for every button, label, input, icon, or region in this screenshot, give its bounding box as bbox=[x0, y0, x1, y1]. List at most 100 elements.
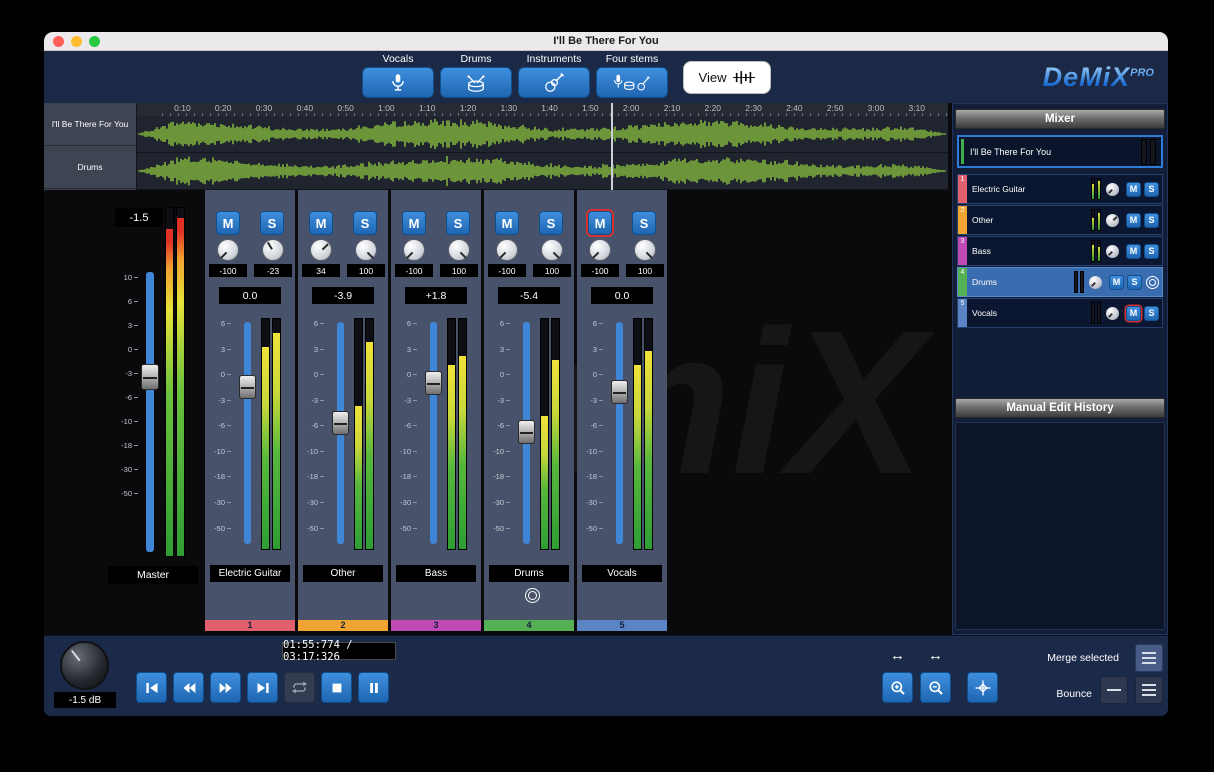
minimize-window-button[interactable] bbox=[71, 36, 82, 47]
pan-knob[interactable] bbox=[310, 239, 332, 261]
sidebar-row-drums[interactable]: 4 Drums M S bbox=[957, 267, 1163, 297]
scale-tick: -10 bbox=[493, 448, 510, 456]
mini-pan-knob[interactable] bbox=[1106, 245, 1119, 258]
mute-button[interactable]: M bbox=[1126, 182, 1141, 197]
view-button[interactable]: View bbox=[683, 61, 771, 94]
mini-pan-knob[interactable] bbox=[1106, 214, 1119, 227]
master-meters bbox=[165, 207, 185, 557]
master-fader[interactable] bbox=[146, 272, 154, 552]
width-knob[interactable] bbox=[448, 239, 470, 261]
channel-fader[interactable] bbox=[337, 322, 344, 544]
scale-tick: 0 bbox=[407, 371, 417, 379]
manual-edit-history-panel bbox=[955, 422, 1165, 630]
solo-button[interactable]: S bbox=[1144, 306, 1159, 321]
skip-to-start-button[interactable] bbox=[136, 672, 167, 703]
ruler-tick-label: 0:20 bbox=[203, 103, 244, 116]
four-stems-button[interactable] bbox=[596, 67, 668, 98]
time-ruler[interactable]: 0:100:200:300:400:501:001:101:201:301:40… bbox=[137, 103, 948, 116]
width-knob[interactable] bbox=[262, 239, 284, 261]
solo-button[interactable]: S bbox=[446, 211, 470, 235]
waveform-track-full-mix[interactable] bbox=[137, 116, 948, 153]
ruler-tick-label: 0:40 bbox=[284, 103, 325, 116]
width-value: 100 bbox=[533, 264, 571, 277]
mute-button[interactable]: M bbox=[1109, 275, 1124, 290]
sidebar-row-bass[interactable]: 3 Bass M S bbox=[957, 236, 1163, 266]
solo-button[interactable]: S bbox=[1144, 182, 1159, 197]
solo-button[interactable]: S bbox=[539, 211, 563, 235]
merge-menu-button[interactable] bbox=[1135, 644, 1163, 672]
master-track-name: I'll Be There For You bbox=[970, 147, 1138, 157]
solo-button[interactable]: S bbox=[632, 211, 656, 235]
scale-tick: 6 bbox=[221, 320, 231, 328]
channel-fader[interactable] bbox=[244, 322, 251, 544]
close-window-button[interactable] bbox=[53, 36, 64, 47]
track-name: Vocals bbox=[967, 308, 1091, 318]
mute-button[interactable]: M bbox=[309, 211, 333, 235]
sidebar-row-vocals[interactable]: 5 Vocals M S bbox=[957, 298, 1163, 328]
channel-fader[interactable] bbox=[523, 322, 530, 544]
mini-pan-knob[interactable] bbox=[1089, 276, 1102, 289]
edit-target-icon[interactable] bbox=[1146, 276, 1159, 289]
mute-button[interactable]: M bbox=[1126, 306, 1141, 321]
locate-playhead-button[interactable] bbox=[967, 672, 998, 703]
zoom-in-button[interactable] bbox=[882, 672, 913, 703]
drums-stem-button[interactable] bbox=[440, 67, 512, 98]
mute-button[interactable]: M bbox=[402, 211, 426, 235]
pause-button[interactable] bbox=[358, 672, 389, 703]
channel-name: Vocals bbox=[582, 565, 662, 582]
instruments-stem-button[interactable] bbox=[518, 67, 590, 98]
scale-tick: -6 bbox=[497, 422, 510, 430]
pan-knob[interactable] bbox=[496, 239, 518, 261]
pan-knob[interactable] bbox=[217, 239, 239, 261]
waveform-track-drums[interactable] bbox=[137, 153, 948, 190]
solo-button[interactable]: S bbox=[1144, 213, 1159, 228]
solo-button[interactable]: S bbox=[1144, 244, 1159, 259]
output-volume-knob[interactable] bbox=[60, 641, 109, 690]
track-label-drums[interactable]: Drums bbox=[44, 146, 136, 189]
sidebar-master-track[interactable]: I'll Be There For You bbox=[957, 135, 1163, 168]
playhead[interactable] bbox=[611, 103, 613, 190]
channel-fader[interactable] bbox=[616, 322, 623, 544]
channel-name: Other bbox=[303, 565, 383, 582]
channel-color-band: 3 bbox=[391, 620, 481, 631]
pan-knob[interactable] bbox=[589, 239, 611, 261]
solo-button[interactable]: S bbox=[260, 211, 284, 235]
gain-readout: +1.8 bbox=[405, 287, 467, 304]
loop-button[interactable] bbox=[284, 672, 315, 703]
stop-button[interactable] bbox=[321, 672, 352, 703]
mini-pan-knob[interactable] bbox=[1106, 307, 1119, 320]
minus-icon bbox=[1107, 689, 1121, 691]
mute-button[interactable]: M bbox=[1126, 213, 1141, 228]
mute-button[interactable]: M bbox=[495, 211, 519, 235]
mute-button[interactable]: M bbox=[1126, 244, 1141, 259]
zoom-out-button[interactable] bbox=[920, 672, 951, 703]
rewind-button[interactable] bbox=[173, 672, 204, 703]
sidebar-row-electric-guitar[interactable]: 1 Electric Guitar M S bbox=[957, 174, 1163, 204]
vocals-stem-button[interactable] bbox=[362, 67, 434, 98]
mini-meter bbox=[1091, 178, 1095, 200]
solo-button[interactable]: S bbox=[1127, 275, 1142, 290]
mute-button[interactable]: M bbox=[588, 211, 612, 235]
maximize-window-button[interactable] bbox=[89, 36, 100, 47]
scale-tick: -10 bbox=[307, 448, 324, 456]
sidebar-row-other[interactable]: 2 Other M S bbox=[957, 205, 1163, 235]
skip-to-end-button[interactable] bbox=[247, 672, 278, 703]
track-name: Drums bbox=[967, 277, 1074, 287]
width-knob[interactable] bbox=[355, 239, 377, 261]
edit-target-icon[interactable] bbox=[525, 588, 540, 603]
scale-tick: -50 bbox=[586, 525, 603, 533]
title-bar: I'll Be There For You bbox=[44, 32, 1168, 51]
track-label-full-mix[interactable]: I'll Be There For You bbox=[44, 103, 136, 146]
channel-fader[interactable] bbox=[430, 322, 437, 544]
ruler-tick-label: 0:30 bbox=[244, 103, 285, 116]
ruler-tick-label: 2:10 bbox=[652, 103, 693, 116]
bounce-remove-button[interactable] bbox=[1100, 676, 1128, 704]
solo-button[interactable]: S bbox=[353, 211, 377, 235]
fast-forward-button[interactable] bbox=[210, 672, 241, 703]
width-knob[interactable] bbox=[541, 239, 563, 261]
bounce-menu-button[interactable] bbox=[1135, 676, 1163, 704]
mini-pan-knob[interactable] bbox=[1106, 183, 1119, 196]
pan-knob[interactable] bbox=[403, 239, 425, 261]
mute-button[interactable]: M bbox=[216, 211, 240, 235]
width-knob[interactable] bbox=[634, 239, 656, 261]
